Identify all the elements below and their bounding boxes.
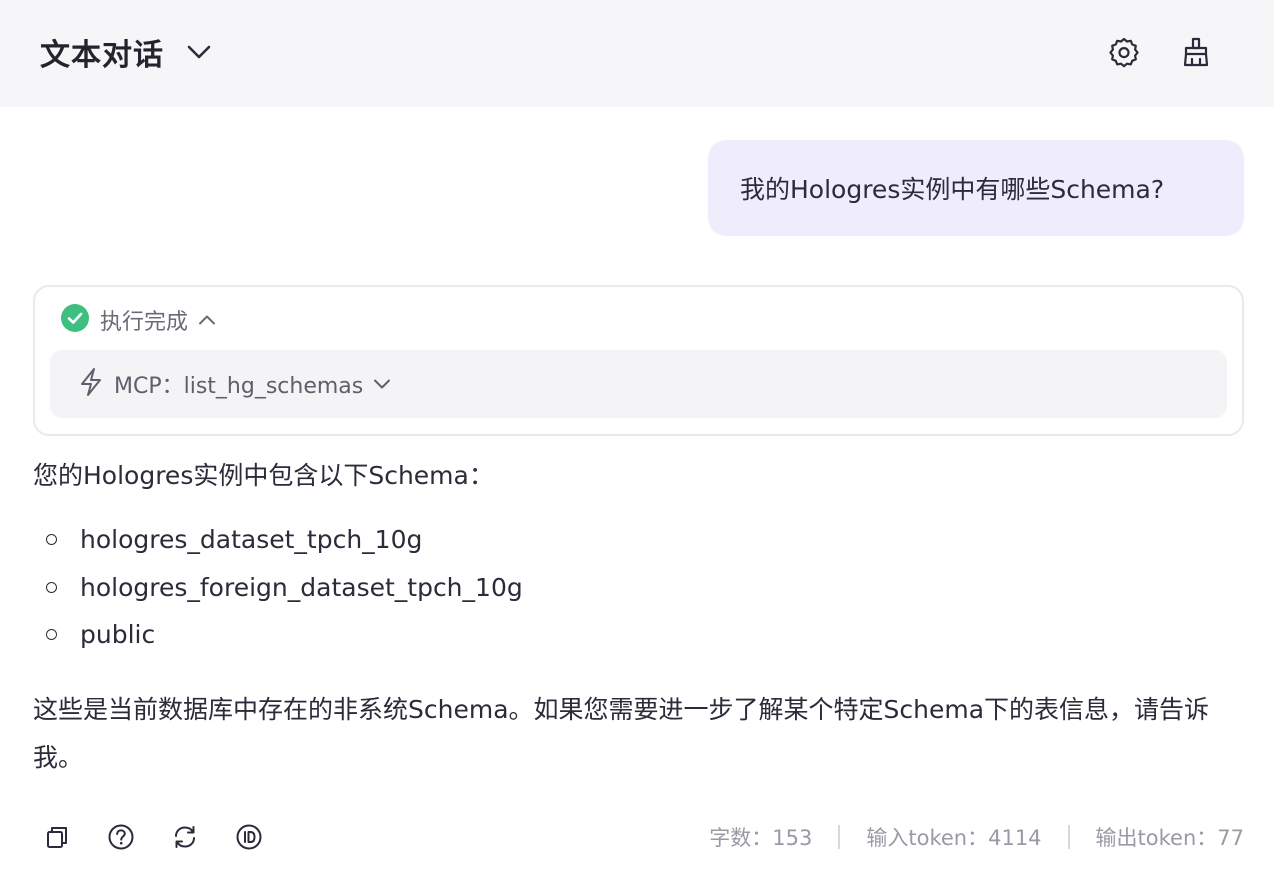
page-title: 文本对话: [40, 38, 164, 73]
chevron-down-icon: [373, 378, 391, 390]
mcp-tool-call-row[interactable]: MCP：list_hg_schemas: [50, 350, 1227, 418]
list-item: public: [33, 611, 523, 659]
user-message-bubble: 我的Hologres实例中有哪些Schema?: [708, 140, 1244, 236]
refresh-icon[interactable]: [168, 820, 202, 854]
gear-icon[interactable]: [1106, 34, 1142, 70]
mode-selector[interactable]: 文本对话: [40, 30, 212, 74]
divider: [1067, 825, 1070, 849]
list-item: hologres_dataset_tpch_10g: [33, 516, 523, 564]
bullet-icon: [46, 581, 57, 593]
broom-icon[interactable]: [1178, 34, 1214, 70]
bullet-icon: [46, 629, 57, 640]
lightning-icon: [78, 367, 104, 401]
answer-intro: 您的Hologres实例中包含以下Schema：: [33, 461, 494, 490]
input-token-count: 输入token：4114: [866, 826, 1042, 850]
help-icon[interactable]: [104, 820, 138, 854]
check-circle-icon: [61, 304, 89, 336]
execution-status-toggle[interactable]: 执行完成: [61, 304, 216, 336]
answer-outro: 这些是当前数据库中存在的非系统Schema。如果您需要进一步了解某个特定Sche…: [33, 695, 1210, 772]
bullet-icon: [46, 534, 57, 545]
token-stats: 字数：153 输入token：4114 输出token：77: [709, 820, 1244, 854]
user-message-text: 我的Hologres实例中有哪些Schema?: [740, 175, 1165, 204]
output-token-count: 输出token：77: [1095, 826, 1244, 850]
char-count: 字数：153: [709, 826, 813, 850]
top-bar: 文本对话: [0, 0, 1274, 107]
chevron-down-icon: [186, 44, 212, 60]
schema-list: hologres_dataset_tpch_10g hologres_forei…: [33, 516, 523, 659]
divider: [838, 825, 841, 849]
id-icon[interactable]: [232, 820, 266, 854]
message-actions: [40, 820, 296, 854]
mcp-tool-label: MCP：list_hg_schemas: [114, 374, 364, 399]
chevron-up-icon: [198, 314, 216, 326]
execution-card: 执行完成 MCP：list_hg_schemas: [33, 285, 1244, 436]
list-item: hologres_foreign_dataset_tpch_10g: [33, 564, 523, 612]
execution-status-text: 执行完成: [100, 310, 189, 335]
copy-icon[interactable]: [40, 820, 74, 854]
